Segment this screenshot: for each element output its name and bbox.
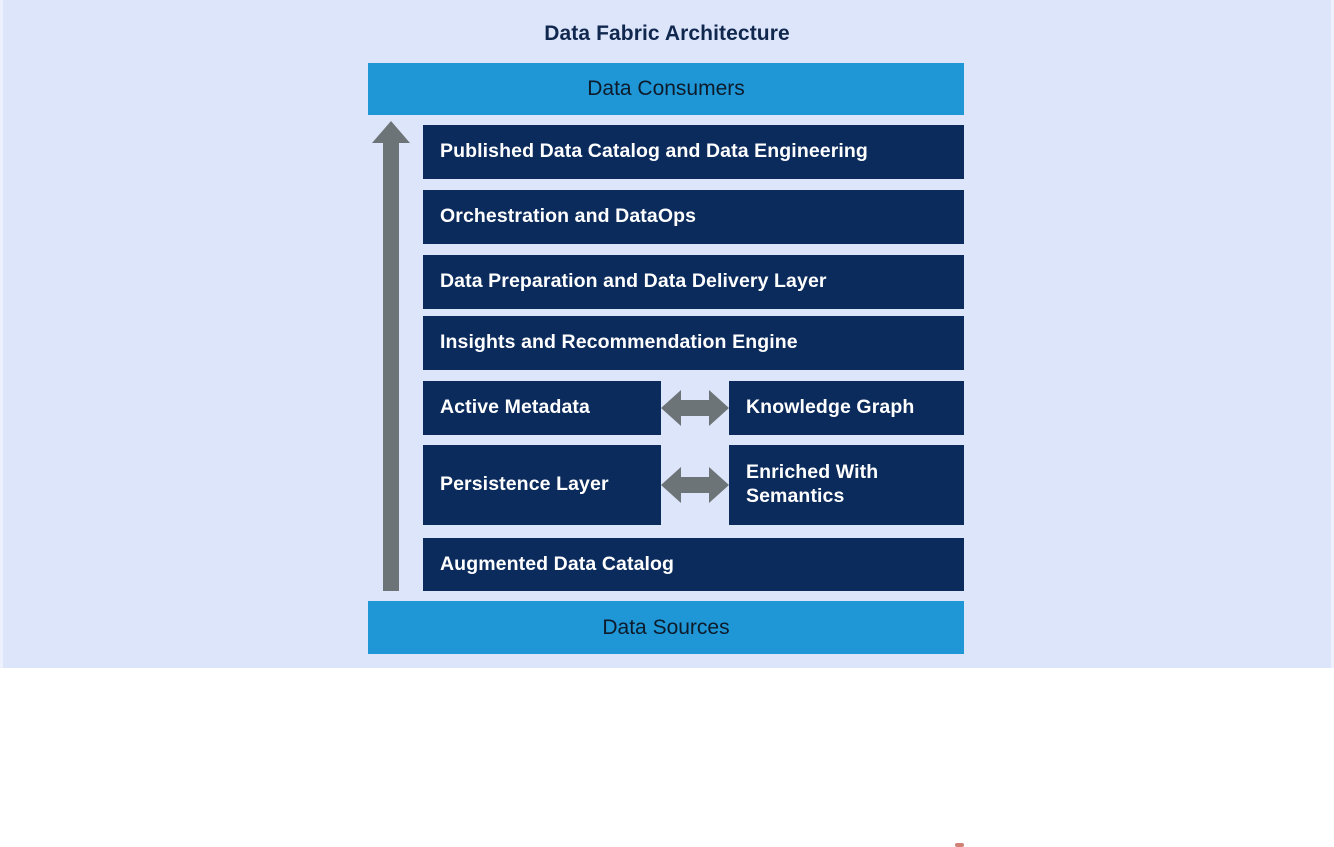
data-consumers-label: Data Consumers <box>587 77 745 100</box>
layer-label-active-metadata: Active Metadata <box>440 396 590 419</box>
layer-label-orchestration-dataops: Orchestration and DataOps <box>440 205 697 228</box>
double-arrow-shape <box>661 467 729 503</box>
arrow-up-shape <box>372 121 410 591</box>
layer-row-insights: Insights and Recommendation Engine <box>423 316 964 370</box>
layer-row-published: Published Data Catalog and Data Engineer… <box>423 125 964 179</box>
layer-box-active-metadata[interactable]: Active Metadata <box>423 381 661 435</box>
layer-box-orchestration-dataops[interactable]: Orchestration and DataOps <box>423 190 964 244</box>
layer-label-insights-recommendation-engine: Insights and Recommendation Engine <box>440 331 798 354</box>
layer-row-augmented-catalog: Augmented Data Catalog <box>423 538 964 591</box>
layer-label-persistence-layer: Persistence Layer <box>440 473 609 496</box>
layer-box-enriched-with-semantics[interactable]: Enriched With Semantics <box>729 445 964 525</box>
layer-label-published-data-catalog: Published Data Catalog and Data Engineer… <box>440 140 868 163</box>
layer-row-persistence: Persistence Layer Enriched With Semantic… <box>423 445 964 847</box>
layer-row-orchestration: Orchestration and DataOps <box>423 190 964 244</box>
layer-box-persistence-layer[interactable]: Persistence Layer <box>423 445 661 525</box>
double-arrow-shape <box>661 390 729 426</box>
layer-box-augmented-data-catalog[interactable]: Augmented Data Catalog <box>423 538 964 591</box>
bidirectional-arrow-icon-persistence <box>661 445 729 525</box>
layer-box-insights-recommendation-engine[interactable]: Insights and Recommendation Engine <box>423 316 964 370</box>
layer-label-knowledge-graph: Knowledge Graph <box>746 396 915 419</box>
upward-flow-arrow <box>372 121 410 591</box>
layer-label-enriched-with-semantics: Enriched With Semantics <box>746 461 879 507</box>
bidirectional-arrow-icon-metadata <box>661 381 729 435</box>
red-speck-artifact <box>955 843 964 847</box>
layer-box-knowledge-graph[interactable]: Knowledge Graph <box>729 381 964 435</box>
layer-label-data-preparation-delivery: Data Preparation and Data Delivery Layer <box>440 270 827 293</box>
diagram-canvas: Data Fabric Architecture Data Consumers … <box>3 0 1331 847</box>
layer-row-data-preparation: Data Preparation and Data Delivery Layer <box>423 255 964 309</box>
layer-stack: Published Data Catalog and Data Engineer… <box>423 125 964 847</box>
layer-row-active-metadata: Active Metadata Knowledge Graph <box>423 381 964 435</box>
layer-box-data-preparation-delivery[interactable]: Data Preparation and Data Delivery Layer <box>423 255 964 309</box>
data-sources-banner[interactable]: Data Sources <box>368 601 964 654</box>
layer-label-augmented-data-catalog: Augmented Data Catalog <box>440 552 675 575</box>
data-consumers-banner[interactable]: Data Consumers <box>368 63 964 115</box>
layer-box-published-data-catalog[interactable]: Published Data Catalog and Data Engineer… <box>423 125 964 179</box>
data-sources-label: Data Sources <box>602 615 730 639</box>
page-title: Data Fabric Architecture <box>544 22 790 45</box>
